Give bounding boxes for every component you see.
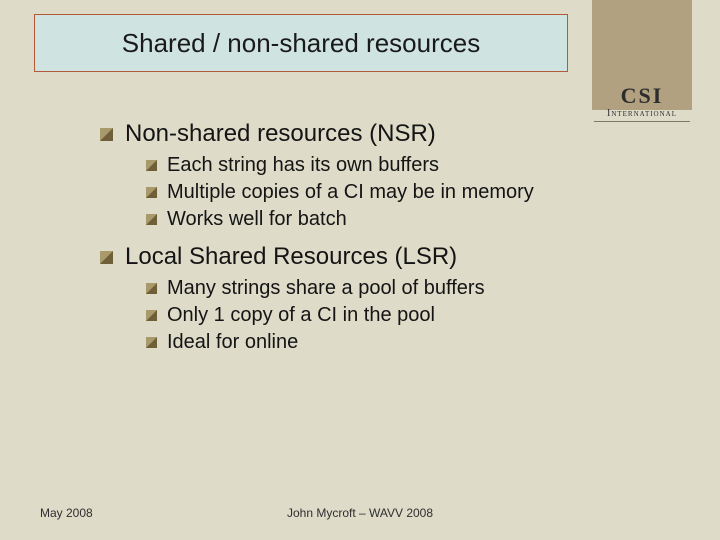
list-item: Multiple copies of a CI may be in memory xyxy=(146,181,680,204)
section-heading-text: Non-shared resources (NSR) xyxy=(125,120,436,148)
list-item-text: Works well for batch xyxy=(167,208,347,231)
content-area: Non-shared resources (NSR) Each string h… xyxy=(100,120,680,366)
logo: CSI International xyxy=(594,85,690,122)
section-heading-text: Local Shared Resources (LSR) xyxy=(125,243,457,271)
bullet-square-icon xyxy=(146,310,157,321)
list-item-text: Ideal for online xyxy=(167,331,298,354)
list-item-text: Only 1 copy of a CI in the pool xyxy=(167,304,435,327)
bullet-square-icon xyxy=(146,214,157,225)
list-item-text: Many strings share a pool of buffers xyxy=(167,277,485,300)
list-item-text: Each string has its own buffers xyxy=(167,154,439,177)
list-item: Works well for batch xyxy=(146,208,680,231)
list-item-text: Multiple copies of a CI may be in memory xyxy=(167,181,534,204)
slide: CSI International Shared / non-shared re… xyxy=(0,0,720,540)
section-heading: Local Shared Resources (LSR) xyxy=(100,243,680,271)
section-heading: Non-shared resources (NSR) xyxy=(100,120,680,148)
list-item: Ideal for online xyxy=(146,331,680,354)
list-item: Many strings share a pool of buffers xyxy=(146,277,680,300)
bullet-square-icon xyxy=(146,337,157,348)
sub-list: Many strings share a pool of buffers Onl… xyxy=(146,277,680,354)
bullet-square-icon xyxy=(146,160,157,171)
bullet-square-icon xyxy=(100,251,113,264)
logo-sub: International xyxy=(594,109,690,119)
logo-main: CSI xyxy=(594,85,690,107)
slide-title: Shared / non-shared resources xyxy=(122,28,480,59)
bullet-square-icon xyxy=(146,187,157,198)
sub-list: Each string has its own buffers Multiple… xyxy=(146,154,680,231)
list-item: Each string has its own buffers xyxy=(146,154,680,177)
bullet-square-icon xyxy=(146,283,157,294)
footer-author: John Mycroft – WAVV 2008 xyxy=(0,506,720,520)
bullet-square-icon xyxy=(100,128,113,141)
list-item: Only 1 copy of a CI in the pool xyxy=(146,304,680,327)
title-box: Shared / non-shared resources xyxy=(34,14,568,72)
